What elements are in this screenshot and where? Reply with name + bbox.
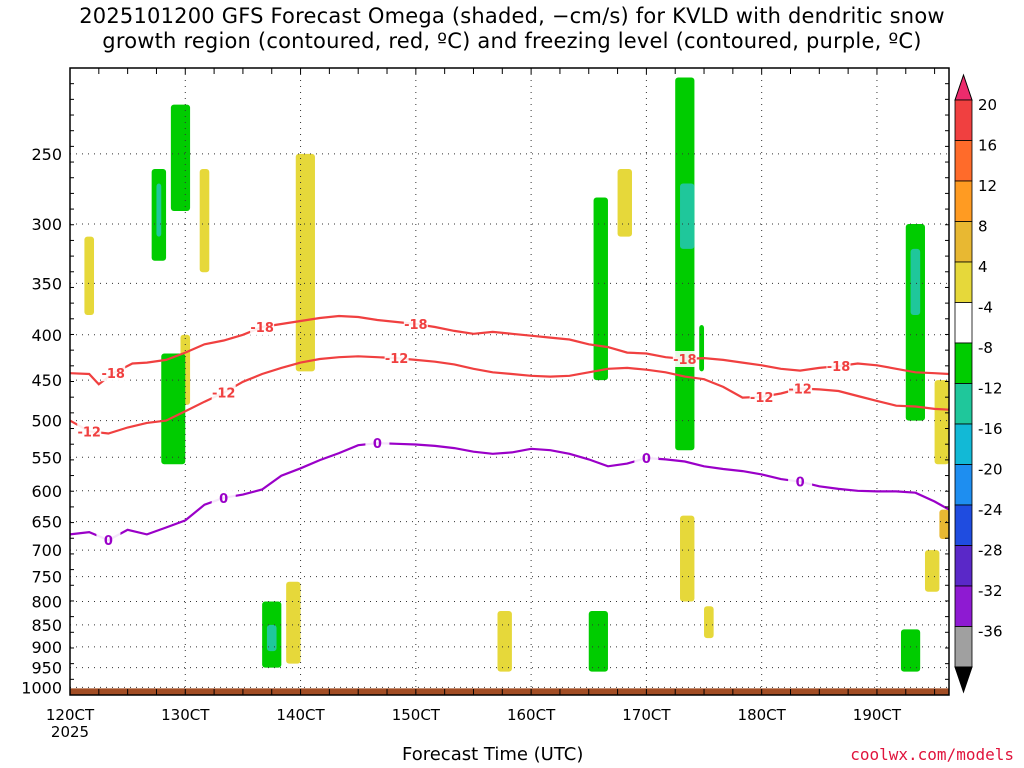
colorbar-segment	[954, 180, 973, 222]
x-tick-label: 130CT	[161, 706, 210, 724]
colorbar-segment	[954, 464, 973, 506]
colorbar-label: -24	[978, 501, 1003, 519]
y-tick-label: 750	[31, 568, 62, 587]
x-tick-label: 150CT	[392, 706, 441, 724]
y-tick-label: 550	[31, 448, 62, 467]
colorbar-segment	[954, 504, 973, 546]
colorbar-segment	[954, 545, 973, 587]
colorbar-label: 4	[978, 258, 988, 276]
colorbar-label: -36	[978, 623, 1003, 641]
colorbar-label: -32	[978, 582, 1003, 600]
omega-blob-5	[199, 168, 210, 273]
omega-blob-6	[161, 353, 186, 465]
colorbar-segment	[954, 423, 973, 465]
x-axis-label: Forecast Time (UTC)	[402, 744, 584, 765]
contour-label: 0	[373, 437, 382, 452]
omega-blob-21	[910, 248, 921, 316]
colorbar-label: -8	[978, 339, 993, 357]
omega-blob-24	[900, 629, 921, 672]
y-tick-label: 800	[31, 593, 62, 612]
colorbar-segment	[954, 626, 973, 668]
y-tick-label: 600	[31, 482, 62, 501]
x-tick-label: 190CT	[853, 706, 902, 724]
omega-blob-11	[497, 611, 512, 672]
y-tick-label: 400	[31, 326, 62, 345]
contour-label: 0	[104, 534, 113, 549]
colorbar-label: -12	[978, 380, 1003, 398]
colorbar-label: -4	[978, 299, 993, 317]
colorbar-top-arrow	[954, 73, 973, 101]
omega-blob-2	[156, 183, 162, 237]
y-tick-label: 700	[31, 541, 62, 560]
omega-blob-23	[924, 550, 940, 592]
contour-label: -18	[250, 321, 274, 336]
omega-blob-16	[680, 183, 695, 249]
contour-label: -12	[385, 352, 409, 367]
y-tick-label: 850	[31, 616, 62, 635]
y-tick-label: 250	[31, 145, 62, 164]
contour-label: -18	[827, 360, 851, 375]
colorbar-label: 20	[978, 96, 997, 114]
contour-label: -12	[77, 425, 101, 440]
colorbar-segment	[954, 140, 973, 182]
y-tick-label: 1000	[21, 678, 62, 697]
x-tick-label: 180CT	[738, 706, 787, 724]
colorbar-label: 16	[978, 137, 997, 155]
colorbar-segment	[954, 99, 973, 141]
contour-label: 0	[796, 476, 805, 491]
omega-blob-9	[295, 153, 315, 372]
y-tick-label: 300	[31, 215, 62, 234]
colorbar-label: 8	[978, 218, 988, 236]
credit-link[interactable]: coolwx.com/models	[850, 745, 1014, 764]
contour-label: -12	[788, 383, 812, 398]
colorbar-bottom-arrow	[954, 666, 973, 694]
contour-label: -18	[404, 318, 428, 333]
x-tick-label: 140CT	[276, 706, 325, 724]
colorbar-segment	[954, 342, 973, 384]
omega-chart: -18 -18 -18 -18 -18 -12 -12 -12 -12 -12 0 0 0 0 0 250 30…	[21, 67, 1003, 741]
x-tick-label: 170CT	[622, 706, 671, 724]
omega-blob-15	[675, 77, 695, 451]
omega-blob-10	[286, 581, 301, 664]
y-tick-label: 950	[31, 659, 62, 678]
colorbar-segment	[954, 585, 973, 627]
contour-label: -18	[101, 367, 125, 382]
y-tick-label: 350	[31, 274, 62, 293]
y-tick-label: 900	[31, 638, 62, 657]
omega-blob-25	[939, 509, 949, 539]
omega-blob-22	[934, 380, 949, 465]
terrain-band	[70, 688, 949, 695]
x-tick-label: 160CT	[507, 706, 556, 724]
contour-label: 0	[219, 492, 228, 507]
y-tick-label: 450	[31, 371, 62, 390]
x-tick-label: 120CT	[46, 706, 95, 724]
omega-blob-17	[680, 515, 695, 602]
omega-blob-14	[617, 168, 632, 237]
contour-label: -12	[750, 391, 774, 406]
colorbar-label: -16	[978, 420, 1003, 438]
omega-blob-0	[84, 236, 95, 316]
omega-blob-12	[593, 197, 608, 381]
x-tick-year: 2025	[51, 723, 89, 741]
contour-label: -18	[673, 353, 697, 368]
omega-blob-13	[588, 611, 608, 672]
omega-blob-19	[704, 606, 714, 639]
colorbar-label: -20	[978, 461, 1003, 479]
contour-label: -12	[212, 387, 236, 402]
y-tick-label: 650	[31, 513, 62, 532]
colorbar-segment	[954, 302, 973, 344]
y-tick-label: 500	[31, 412, 62, 431]
contour-label: 0	[642, 452, 651, 467]
colorbar-segment	[954, 261, 973, 303]
plot-area	[70, 68, 949, 695]
colorbar-label: -28	[978, 542, 1003, 560]
omega-blob-18	[699, 325, 705, 372]
omega-blob-3	[170, 104, 191, 211]
colorbar-segment	[954, 383, 973, 425]
colorbar-segment	[954, 221, 973, 263]
colorbar-label: 12	[978, 177, 997, 195]
